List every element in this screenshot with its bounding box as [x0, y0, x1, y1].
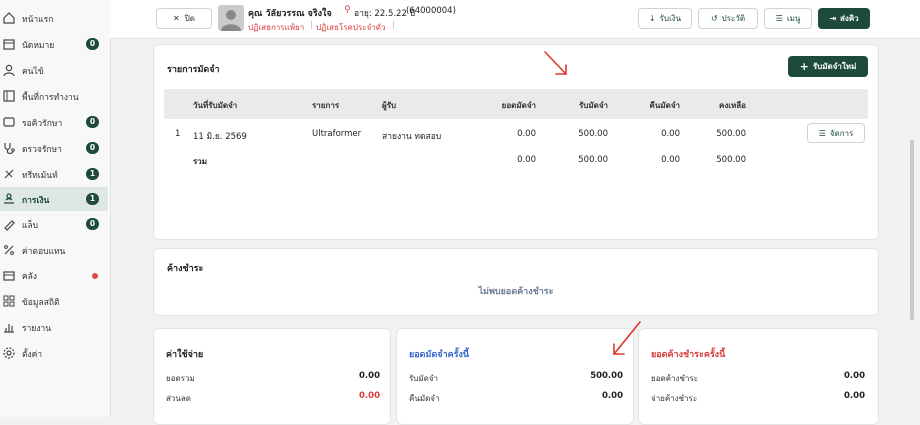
annotation-arrow [544, 51, 567, 75]
annotation-arrows [544, 51, 641, 355]
annotation-arrow [613, 321, 641, 355]
